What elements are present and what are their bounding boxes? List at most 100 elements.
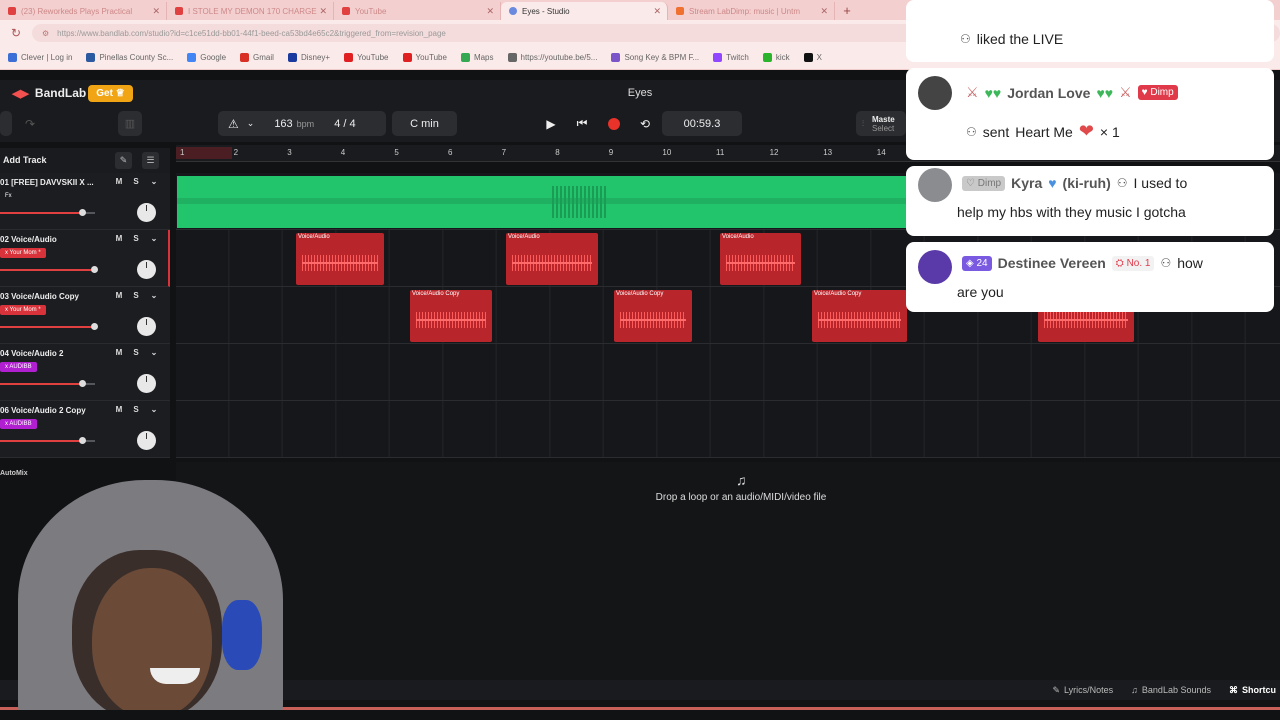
close-icon[interactable]: ✕ xyxy=(319,6,327,17)
track-header[interactable]: 02 Voice/Audio x Your Mom * M S ⌄ xyxy=(0,230,170,287)
chevron-down-icon[interactable]: ⌄ xyxy=(247,118,255,129)
pan-knob[interactable] xyxy=(137,374,156,393)
chevron-down-icon[interactable]: ⌄ xyxy=(147,405,161,414)
chevron-down-icon[interactable]: ⌄ xyxy=(147,291,161,300)
get-membership-button[interactable]: Get ♕ xyxy=(88,85,133,102)
solo-button[interactable]: S xyxy=(129,348,143,357)
browser-tab-active[interactable]: Eyes - Studio ✕ xyxy=(501,2,668,20)
audio-clip[interactable]: Voice/Audio Copy xyxy=(812,290,907,342)
mute-button[interactable]: M xyxy=(112,291,126,300)
audio-clip[interactable]: Voice/Audio Copy xyxy=(614,290,692,342)
shortcuts-button[interactable]: ⌘ Shortcu xyxy=(1229,685,1276,696)
track-name[interactable]: 06 Voice/Audio 2 Copy xyxy=(0,406,86,415)
master-select[interactable]: ⫶ Maste Select xyxy=(856,111,906,136)
effect-preset-tag[interactable]: x Your Mom * xyxy=(0,248,46,258)
pan-knob[interactable] xyxy=(137,203,156,222)
volume-handle[interactable] xyxy=(78,437,86,444)
audio-clip[interactable]: Voice/Audio Copy xyxy=(410,290,492,342)
loop-icon[interactable]: ⟲ xyxy=(631,111,659,136)
mute-button[interactable]: M xyxy=(112,405,126,414)
track-name[interactable]: 04 Voice/Audio 2 xyxy=(0,349,63,358)
volume-slider[interactable] xyxy=(0,380,95,387)
bookmark-item[interactable]: YouTube xyxy=(402,53,447,62)
volume-slider[interactable] xyxy=(0,323,98,330)
mute-button[interactable]: M xyxy=(112,234,126,243)
bpm-value[interactable]: 163 xyxy=(274,118,292,130)
bookmark-item[interactable]: Disney+ xyxy=(287,53,330,62)
audio-clip[interactable]: Voice/Audio xyxy=(506,233,598,285)
track-name[interactable]: 02 Voice/Audio xyxy=(0,235,57,244)
effect-preset-tag[interactable]: Fx xyxy=(0,191,17,201)
close-icon[interactable]: ✕ xyxy=(820,6,828,17)
drop-zone[interactable]: ♫ Drop a loop or an audio/MIDI/video fil… xyxy=(176,462,1280,682)
mute-button[interactable]: M xyxy=(112,177,126,186)
browser-tab[interactable]: Stream LabDimp: music | Untm ✕ xyxy=(668,2,835,20)
mute-button[interactable]: M xyxy=(112,348,126,357)
track-header[interactable]: 04 Voice/Audio 2 x AUDIBB M S ⌄ xyxy=(0,344,170,401)
chevron-down-icon[interactable]: ⌄ xyxy=(147,348,161,357)
solo-button[interactable]: S xyxy=(129,234,143,243)
bandlab-logo[interactable]: ◀▶ BandLab xyxy=(12,86,86,100)
volume-slider[interactable] xyxy=(0,266,98,273)
record-button[interactable] xyxy=(600,111,628,136)
pan-knob[interactable] xyxy=(137,431,156,450)
time-signature[interactable]: 4 / 4 xyxy=(334,118,355,130)
volume-slider[interactable] xyxy=(0,437,95,444)
pan-knob[interactable] xyxy=(137,260,156,279)
automix-label[interactable]: AutoMix xyxy=(0,470,28,477)
track-header[interactable]: 06 Voice/Audio 2 Copy x AUDIBB M S ⌄ xyxy=(0,401,170,458)
bookmark-item[interactable]: Clever | Log in xyxy=(8,53,72,62)
effect-preset-tag[interactable]: x Your Mom * xyxy=(0,305,46,315)
lyrics-notes-button[interactable]: ✎ Lyrics/Notes xyxy=(1052,685,1113,696)
undo-button[interactable] xyxy=(0,111,12,136)
reload-icon[interactable]: ↻ xyxy=(6,26,26,40)
bookmark-item[interactable]: https://youtube.be/5... xyxy=(507,53,597,62)
metronome-icon[interactable]: ⚠ xyxy=(228,117,239,131)
close-icon[interactable]: ✕ xyxy=(653,6,661,17)
bookmark-item[interactable]: YouTube xyxy=(344,53,389,62)
bookmark-item[interactable]: kick xyxy=(762,53,790,62)
track-name[interactable]: 03 Voice/Audio Copy xyxy=(0,292,79,301)
close-icon[interactable]: ✕ xyxy=(152,6,160,17)
play-icon[interactable]: ▶ xyxy=(537,111,565,136)
beat-clip[interactable] xyxy=(177,176,907,228)
browser-tab[interactable]: I STOLE MY DEMON 170 CHARGE ✕ xyxy=(167,2,334,20)
filter-icon[interactable]: ☰ xyxy=(142,152,159,169)
new-tab-button[interactable]: + xyxy=(835,2,859,20)
bandlab-sounds-button[interactable]: ♫ BandLab Sounds xyxy=(1131,685,1211,695)
effect-preset-tag[interactable]: x AUDIBB xyxy=(0,419,37,429)
volume-handle[interactable] xyxy=(78,209,86,216)
bookmark-item[interactable]: Gmail xyxy=(240,53,274,62)
track-lane[interactable] xyxy=(176,344,1280,401)
redo-icon[interactable]: ↷ xyxy=(16,111,44,136)
solo-button[interactable]: S xyxy=(129,291,143,300)
track-lane[interactable] xyxy=(176,401,1280,458)
pen-icon[interactable]: ✎ xyxy=(115,152,132,169)
chevron-down-icon[interactable]: ⌄ xyxy=(147,177,161,186)
solo-button[interactable]: S xyxy=(129,177,143,186)
browser-tab[interactable]: YouTube ✕ xyxy=(334,2,501,20)
track-header[interactable]: 03 Voice/Audio Copy x Your Mom * M S ⌄ xyxy=(0,287,170,344)
bookmark-item[interactable]: Google xyxy=(187,53,226,62)
volume-handle[interactable] xyxy=(91,266,98,273)
track-header[interactable]: 01 [FREE] DAVVSKII X ... Fx M S ⌄ xyxy=(0,173,170,230)
bookmark-item[interactable]: Pinellas County Sc... xyxy=(86,53,173,62)
mixer-icon[interactable]: ▥ xyxy=(118,111,142,136)
project-title[interactable]: Eyes xyxy=(620,87,660,99)
solo-button[interactable]: S xyxy=(129,405,143,414)
pan-knob[interactable] xyxy=(137,317,156,336)
site-info-icon[interactable]: ⚙ xyxy=(42,29,49,38)
effect-preset-tag[interactable]: x AUDIBB xyxy=(0,362,37,372)
audio-clip[interactable]: Voice/Audio xyxy=(720,233,801,285)
key-selector[interactable]: C min xyxy=(392,111,457,136)
volume-handle[interactable] xyxy=(78,380,86,387)
audio-clip[interactable]: Voice/Audio xyxy=(296,233,384,285)
track-name[interactable]: 01 [FREE] DAVVSKII X ... xyxy=(0,178,94,187)
volume-handle[interactable] xyxy=(91,323,98,330)
chevron-down-icon[interactable]: ⌄ xyxy=(147,234,161,243)
close-icon[interactable]: ✕ xyxy=(486,6,494,17)
bookmark-item[interactable]: Song Key & BPM F... xyxy=(611,53,699,62)
bookmark-item[interactable]: Maps xyxy=(460,53,494,62)
volume-slider[interactable] xyxy=(0,209,95,216)
browser-tab[interactable]: (23) Reworkeds Plays Practical ✕ xyxy=(0,2,167,20)
